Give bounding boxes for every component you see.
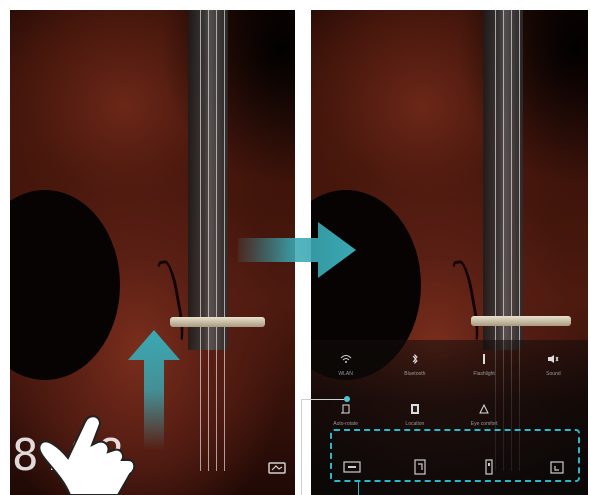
hand-pointer-icon — [38, 415, 136, 495]
flashlight-icon — [475, 350, 493, 368]
toggle-wlan[interactable]: WLAN — [311, 350, 380, 392]
eye-comfort-icon — [475, 400, 493, 418]
toggle-label: Location — [405, 421, 425, 427]
callout-line — [301, 399, 302, 495]
toggle-label: Eye comfort — [470, 421, 498, 427]
toggle-flashlight[interactable]: Flashlight — [450, 350, 519, 392]
bluetooth-icon — [406, 350, 424, 368]
violin-string — [208, 10, 209, 471]
violin-string — [216, 10, 217, 471]
sound-icon — [544, 350, 562, 368]
callout-dot — [344, 396, 350, 402]
callout-line — [301, 399, 347, 400]
violin-string — [200, 10, 201, 471]
toggle-label: Bluetooth — [404, 371, 426, 377]
transition-arrow-icon — [238, 222, 356, 278]
shortcut-highlight-box — [330, 429, 580, 482]
notification-icon — [268, 462, 286, 474]
violin-bridge — [471, 316, 571, 326]
toggle-label: Flashlight — [473, 371, 495, 377]
callout-line — [358, 482, 359, 495]
auto-rotate-icon — [337, 400, 355, 418]
violin-string — [224, 10, 225, 471]
violin-bridge — [170, 317, 265, 327]
toggle-label: Auto-rotate — [333, 421, 358, 427]
toggle-label: Sound — [546, 371, 561, 377]
toggle-label: WLAN — [338, 371, 353, 377]
location-icon — [406, 400, 424, 418]
toggle-bluetooth[interactable]: Bluetooth — [380, 350, 449, 392]
wlan-icon — [337, 350, 355, 368]
toggle-sound[interactable]: Sound — [519, 350, 588, 392]
